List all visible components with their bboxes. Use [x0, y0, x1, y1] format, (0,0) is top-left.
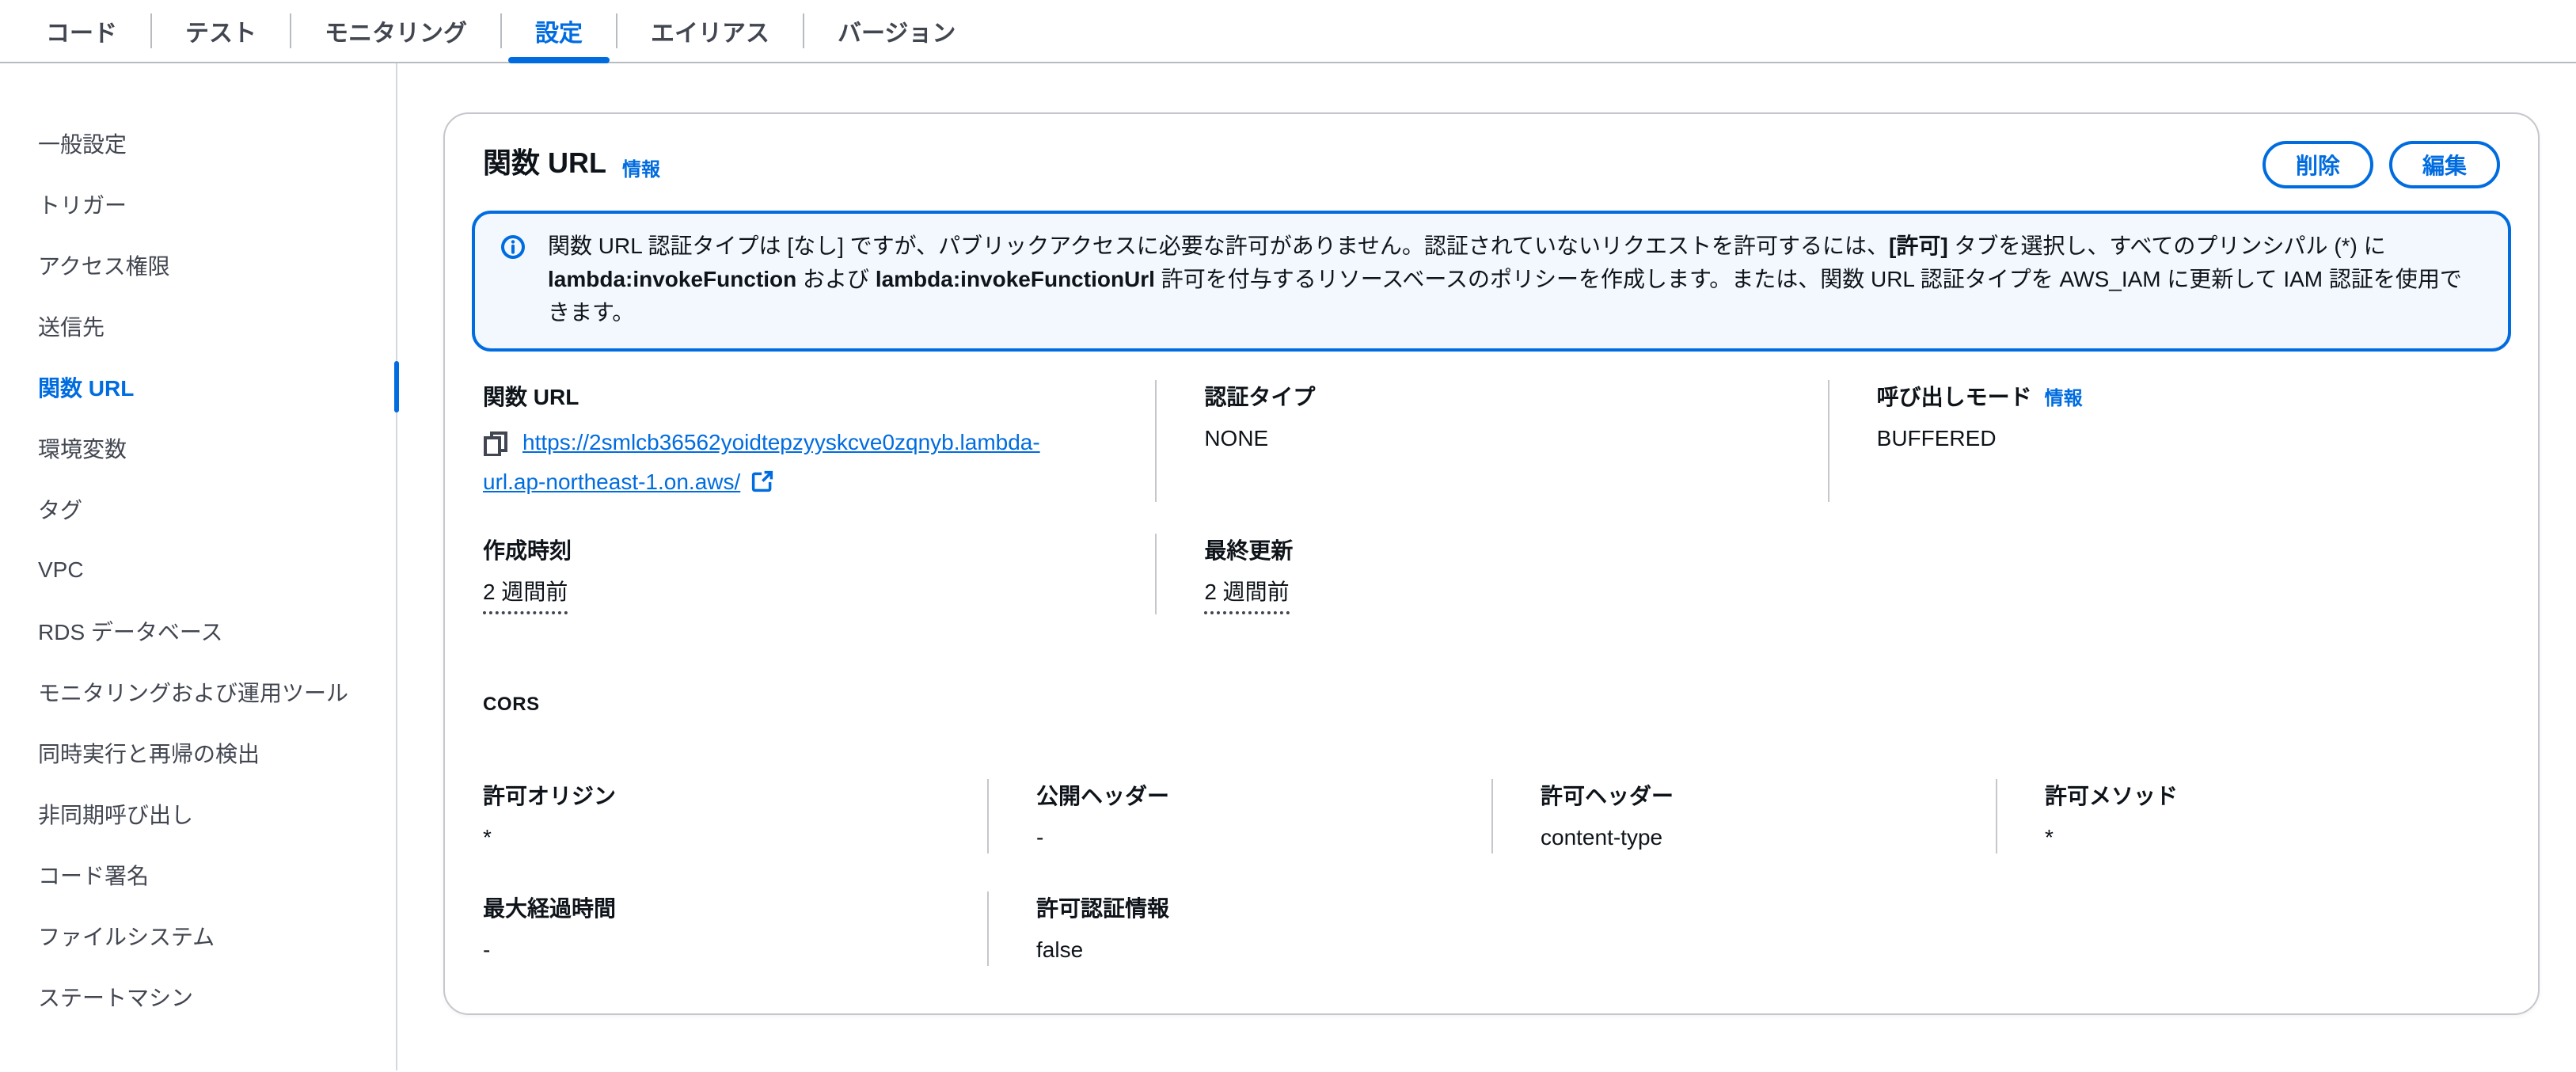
last-updated-label: 最終更新 [1204, 534, 1789, 565]
info-icon [500, 234, 526, 329]
cors-row-2: 最大経過時間 - 許可認証情報 false [483, 891, 2500, 966]
function-url-label: 関数 URL [483, 380, 1117, 412]
expose-headers-value: - [1036, 822, 1453, 853]
sidebar-item-async-invocation[interactable]: 非同期呼び出し [0, 783, 396, 844]
settings-sidebar-list: 一般設定 トリガー アクセス権限 送信先 関数 URL 環境変数 タグ VPC … [0, 112, 396, 1027]
allow-origin-label: 許可オリジン [483, 779, 949, 811]
sidebar-item-state-machines[interactable]: ステートマシン [0, 966, 396, 1027]
empty-cell [1828, 534, 2500, 614]
cors-heading: CORS [483, 694, 2500, 716]
tab-test[interactable]: テスト [152, 0, 290, 62]
expose-headers-field: 公開ヘッダー - [987, 779, 1491, 853]
auth-type-value: NONE [1204, 423, 1789, 454]
function-url-panel: 関数 URL 情報 削除 編集 関数 URL 認証タイプは [なし] ですが、パ… [443, 112, 2540, 1015]
created-value: 2 週間前 [483, 576, 1117, 614]
created-relative-time[interactable]: 2 週間前 [483, 576, 568, 614]
empty-cell [1491, 891, 1996, 966]
alert-message: 関数 URL 認証タイプは [なし] ですが、パブリックアクセスに必要な許可があ… [548, 230, 2483, 329]
sidebar-item-file-systems[interactable]: ファイルシステム [0, 905, 396, 966]
main-content: 関数 URL 情報 削除 編集 関数 URL 認証タイプは [なし] ですが、パ… [397, 63, 2576, 1070]
invoke-mode-field: 呼び出しモード情報 BUFFERED [1828, 380, 2500, 502]
edit-button[interactable]: 編集 [2389, 141, 2500, 188]
sidebar-item-function-url[interactable]: 関数 URL [0, 356, 396, 417]
tab-code[interactable]: コード [13, 0, 150, 62]
panel-title: 関数 URL [483, 146, 606, 181]
timestamps-row: 作成時刻 2 週間前 最終更新 2 週間前 [483, 534, 2500, 614]
sidebar-item-concurrency-recursion[interactable]: 同時実行と再帰の検出 [0, 722, 396, 783]
allow-headers-value: content-type [1541, 822, 1958, 853]
sidebar-item-code-signing[interactable]: コード署名 [0, 844, 396, 905]
function-tab-bar: コード テスト モニタリング 設定 エイリアス バージョン [0, 0, 2576, 63]
empty-cell [1996, 891, 2500, 966]
sidebar-item-environment-variables[interactable]: 環境変数 [0, 417, 396, 478]
invoke-mode-label: 呼び出しモード情報 [1877, 380, 2462, 412]
expose-headers-label: 公開ヘッダー [1036, 779, 1453, 811]
sidebar-item-permissions[interactable]: アクセス権限 [0, 234, 396, 295]
allow-credentials-label: 許可認証情報 [1036, 891, 1453, 923]
panel-header: 関数 URL 情報 削除 編集 [483, 146, 2500, 188]
allow-origin-field: 許可オリジン * [483, 779, 987, 853]
allow-headers-label: 許可ヘッダー [1541, 779, 1958, 811]
external-link-icon [751, 470, 773, 492]
allow-methods-value: * [2045, 822, 2462, 853]
function-url-value: https://2smlcb36562yoidtepzyyskcve0zqnyb… [483, 423, 1117, 502]
allow-methods-field: 許可メソッド * [1996, 779, 2500, 853]
tab-settings[interactable]: 設定 [502, 0, 616, 62]
cors-row-1: 許可オリジン * 公開ヘッダー - 許可ヘッダー content-type 許可… [483, 779, 2500, 853]
sidebar-item-vpc[interactable]: VPC [0, 539, 396, 600]
last-updated-value: 2 週間前 [1204, 576, 1789, 614]
sidebar-item-general-settings[interactable]: 一般設定 [0, 112, 396, 173]
created-label: 作成時刻 [483, 534, 1117, 565]
sidebar-item-triggers[interactable]: トリガー [0, 173, 396, 234]
sidebar-item-destinations[interactable]: 送信先 [0, 295, 396, 356]
allow-credentials-field: 許可認証情報 false [987, 891, 1491, 966]
info-alert: 関数 URL 認証タイプは [なし] ですが、パブリックアクセスに必要な許可があ… [472, 211, 2511, 352]
created-field: 作成時刻 2 週間前 [483, 534, 1155, 614]
tab-monitoring[interactable]: モニタリング [291, 0, 500, 62]
last-updated-field: 最終更新 2 週間前 [1155, 534, 1827, 614]
max-age-value: - [483, 934, 949, 966]
max-age-field: 最大経過時間 - [483, 891, 987, 966]
panel-actions: 削除 編集 [2263, 141, 2500, 188]
max-age-label: 最大経過時間 [483, 891, 949, 923]
invoke-mode-value: BUFFERED [1877, 423, 2462, 454]
panel-info-link[interactable]: 情報 [622, 154, 660, 181]
lambda-settings-page: コード テスト モニタリング 設定 エイリアス バージョン 一般設定 トリガー … [0, 0, 2576, 1072]
invoke-mode-info-link[interactable]: 情報 [2045, 388, 2083, 409]
auth-type-label: 認証タイプ [1204, 380, 1789, 412]
settings-sidebar: 一般設定 トリガー アクセス権限 送信先 関数 URL 環境変数 タグ VPC … [0, 63, 397, 1070]
function-url-field: 関数 URL https://2smlcb36562yoidtepzyyskcv… [483, 380, 1155, 502]
copy-icon[interactable] [483, 431, 508, 456]
sidebar-item-rds-databases[interactable]: RDS データベース [0, 600, 396, 661]
tab-versions[interactable]: バージョン [804, 0, 989, 62]
delete-button[interactable]: 削除 [2263, 141, 2373, 188]
last-updated-relative-time[interactable]: 2 週間前 [1204, 576, 1289, 614]
allow-headers-field: 許可ヘッダー content-type [1491, 779, 1996, 853]
auth-type-field: 認証タイプ NONE [1155, 380, 1827, 502]
allow-origin-value: * [483, 822, 949, 853]
sidebar-item-tags[interactable]: タグ [0, 478, 396, 539]
allow-methods-label: 許可メソッド [2045, 779, 2462, 811]
function-url-details-row: 関数 URL https://2smlcb36562yoidtepzyyskcv… [483, 380, 2500, 502]
allow-credentials-value: false [1036, 934, 1453, 966]
sidebar-item-monitoring-tools[interactable]: モニタリングおよび運用ツール [0, 661, 396, 722]
tab-aliases[interactable]: エイリアス [617, 0, 803, 62]
function-url-link[interactable]: https://2smlcb36562yoidtepzyyskcve0zqnyb… [483, 430, 1040, 494]
